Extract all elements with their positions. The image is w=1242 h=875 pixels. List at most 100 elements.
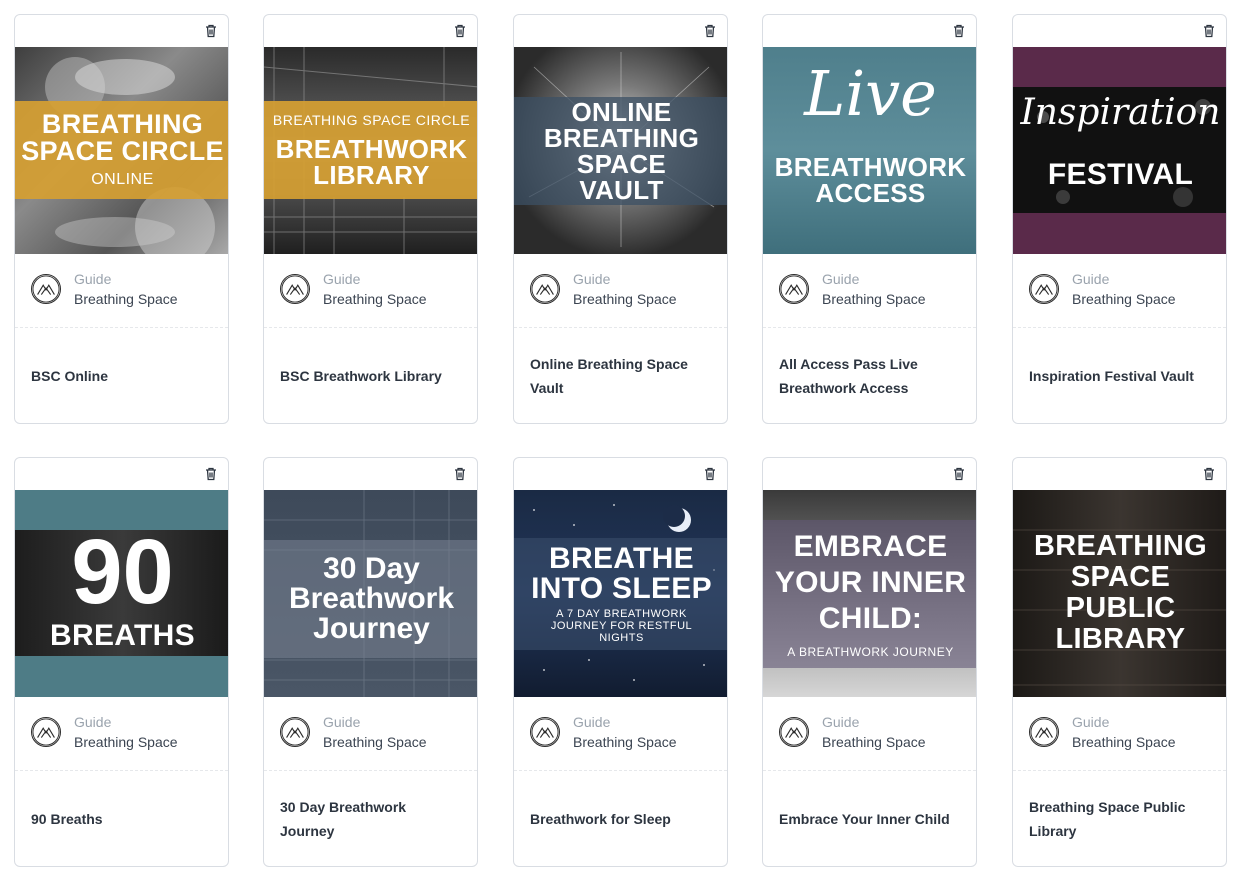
cover-line-4: LIBRARY xyxy=(1055,623,1186,656)
card-title[interactable]: Online Breathing Space Vault xyxy=(514,352,727,400)
guide-row: Guide Breathing Space xyxy=(15,254,228,328)
cover-line-2: SPACE CIRCLE xyxy=(21,136,224,166)
course-card-breathwork-for-sleep[interactable]: BREATHE INTO SLEEP A 7 DAY BREATHWORK JO… xyxy=(513,457,728,867)
guide-name[interactable]: Breathing Space xyxy=(573,291,677,307)
course-cover-image[interactable]: Inspiration FESTIVAL xyxy=(1013,47,1226,254)
guide-row: Guide Breathing Space xyxy=(514,254,727,328)
course-card-online-breathing-space-vault[interactable]: ONLINE BREATHING SPACE VAULT Guide Breat… xyxy=(513,14,728,424)
cover-line-4: VAULT xyxy=(579,175,664,205)
cover-title-band: BREATHWORK ACCESS xyxy=(763,147,976,213)
cover-script-title: Live xyxy=(804,57,937,130)
trash-icon[interactable] xyxy=(203,23,219,39)
cover-subtitle: A BREATHWORK JOURNEY xyxy=(787,645,954,659)
trash-icon[interactable] xyxy=(1201,23,1217,39)
course-card-bsc-breathwork-library[interactable]: BREATHING SPACE CIRCLE BREATHWORK LIBRAR… xyxy=(263,14,478,424)
trash-icon[interactable] xyxy=(1201,466,1217,482)
cover-script-title: Inspiration xyxy=(1020,92,1221,133)
card-title[interactable]: BSC Breathwork Library xyxy=(264,364,458,388)
card-title[interactable]: Breathwork for Sleep xyxy=(514,807,687,831)
card-title[interactable]: BSC Online xyxy=(15,364,124,388)
course-card-bsc-online[interactable]: BREATHING SPACE CIRCLE ONLINE Guide Brea… xyxy=(14,14,229,424)
course-cover-image[interactable]: BREATHING SPACE CIRCLE ONLINE xyxy=(15,47,228,254)
card-title[interactable]: Embrace Your Inner Child xyxy=(763,807,966,831)
cover-line-1: BREATHWORK xyxy=(275,134,468,164)
card-title-area: Inspiration Festival Vault xyxy=(1013,328,1226,423)
course-cover-image[interactable]: Live BREATHWORK ACCESS xyxy=(763,47,976,254)
guide-label: Guide xyxy=(323,714,361,730)
guide-row: Guide Breathing Space xyxy=(264,254,477,328)
card-title[interactable]: Inspiration Festival Vault xyxy=(1013,364,1210,388)
trash-icon[interactable] xyxy=(951,23,967,39)
avatar xyxy=(31,274,61,304)
course-card-90-breaths[interactable]: 90 BREATHS Guide Breathing Space 90 Brea… xyxy=(14,457,229,867)
card-title-area: 90 Breaths xyxy=(15,771,228,866)
guide-name[interactable]: Breathing Space xyxy=(1072,291,1176,307)
card-title[interactable]: All Access Pass Live Breathwork Access xyxy=(763,352,976,400)
guide-name[interactable]: Breathing Space xyxy=(74,734,178,750)
cover-title-band: BREATHING SPACE CIRCLE ONLINE xyxy=(15,101,228,199)
course-cover-image[interactable]: BREATHE INTO SLEEP A 7 DAY BREATHWORK JO… xyxy=(514,490,727,697)
course-card-all-access-pass-live[interactable]: Live BREATHWORK ACCESS Guide Breathing S… xyxy=(762,14,977,424)
guide-label: Guide xyxy=(822,714,860,730)
cover-line-3: PUBLIC xyxy=(1065,592,1176,624)
cover-title-band: ONLINE BREATHING SPACE VAULT xyxy=(514,97,727,205)
card-title[interactable]: 90 Breaths xyxy=(15,807,119,831)
course-cover-image[interactable]: ONLINE BREATHING SPACE VAULT xyxy=(514,47,727,254)
trash-icon[interactable] xyxy=(452,466,468,482)
cover-line-2: Breathwork xyxy=(288,582,455,615)
card-toolbar xyxy=(15,458,228,490)
guide-label: Guide xyxy=(573,714,611,730)
guide-name[interactable]: Breathing Space xyxy=(323,291,427,307)
cover-line-1: EMBRACE xyxy=(793,530,948,563)
guide-row: Guide Breathing Space xyxy=(763,697,976,771)
trash-icon[interactable] xyxy=(452,23,468,39)
cover-title-band: EMBRACE YOUR INNER CHILD: A BREATHWORK J… xyxy=(763,520,976,668)
cover-line-1: FESTIVAL xyxy=(1047,158,1194,191)
cover-title-band: BREATHS xyxy=(15,616,228,656)
guide-name[interactable]: Breathing Space xyxy=(822,291,926,307)
guide-name[interactable]: Breathing Space xyxy=(822,734,926,750)
avatar xyxy=(280,274,310,304)
trash-icon[interactable] xyxy=(702,466,718,482)
guide-label: Guide xyxy=(822,271,860,287)
card-title-area: Online Breathing Space Vault xyxy=(514,328,727,423)
course-cover-image[interactable]: BREATHING SPACE PUBLIC LIBRARY xyxy=(1013,490,1226,697)
card-title[interactable]: 30 Day Breathwork Journey xyxy=(264,795,477,843)
cover-subtitle: A 7 DAY BREATHWORK JOURNEY FOR RESTFUL N… xyxy=(550,607,693,645)
cover-title-band: BREATHING SPACE PUBLIC LIBRARY xyxy=(1013,526,1226,660)
cover-line-1: BREATHING xyxy=(1034,529,1207,562)
trash-icon[interactable] xyxy=(203,466,219,482)
guide-label: Guide xyxy=(1072,714,1110,730)
course-card-breathing-space-public-library[interactable]: BREATHING SPACE PUBLIC LIBRARY Guide Bre… xyxy=(1012,457,1227,867)
cover-title-band: FESTIVAL xyxy=(1013,155,1226,195)
course-cover-image[interactable]: 30 Day Breathwork Journey xyxy=(264,490,477,697)
cover-subtitle: ONLINE xyxy=(91,171,154,188)
guide-label: Guide xyxy=(74,714,112,730)
course-cover-image[interactable]: EMBRACE YOUR INNER CHILD: A BREATHWORK J… xyxy=(763,490,976,697)
card-title-area: Breathing Space Public Library xyxy=(1013,771,1226,866)
guide-name[interactable]: Breathing Space xyxy=(573,734,677,750)
trash-icon[interactable] xyxy=(702,23,718,39)
course-cover-image[interactable]: BREATHING SPACE CIRCLE BREATHWORK LIBRAR… xyxy=(264,47,477,254)
course-cover-image[interactable]: 90 BREATHS xyxy=(15,490,228,697)
guide-label: Guide xyxy=(323,271,361,287)
guide-name[interactable]: Breathing Space xyxy=(1072,734,1176,750)
card-toolbar xyxy=(763,15,976,47)
card-title-area: Breathwork for Sleep xyxy=(514,771,727,866)
course-card-embrace-your-inner-child[interactable]: EMBRACE YOUR INNER CHILD: A BREATHWORK J… xyxy=(762,457,977,867)
card-title-area: Embrace Your Inner Child xyxy=(763,771,976,866)
cover-line-1: BREATHWORK xyxy=(774,152,967,182)
course-card-inspiration-festival-vault[interactable]: Inspiration FESTIVAL Guide Breathing Spa… xyxy=(1012,14,1227,424)
guide-row: Guide Breathing Space xyxy=(264,697,477,771)
cover-line-2: INTO SLEEP xyxy=(531,571,712,605)
guide-label: Guide xyxy=(573,271,611,287)
cover-line-3: Journey xyxy=(313,612,430,645)
guide-name[interactable]: Breathing Space xyxy=(74,291,178,307)
course-card-30-day-breathwork-journey[interactable]: 30 Day Breathwork Journey Guide Breathin… xyxy=(263,457,478,867)
guide-name[interactable]: Breathing Space xyxy=(323,734,427,750)
cover-line-1: ONLINE xyxy=(571,97,672,127)
trash-icon[interactable] xyxy=(951,466,967,482)
card-title[interactable]: Breathing Space Public Library xyxy=(1013,795,1226,843)
avatar xyxy=(530,274,560,304)
card-title-area: 30 Day Breathwork Journey xyxy=(264,771,477,866)
